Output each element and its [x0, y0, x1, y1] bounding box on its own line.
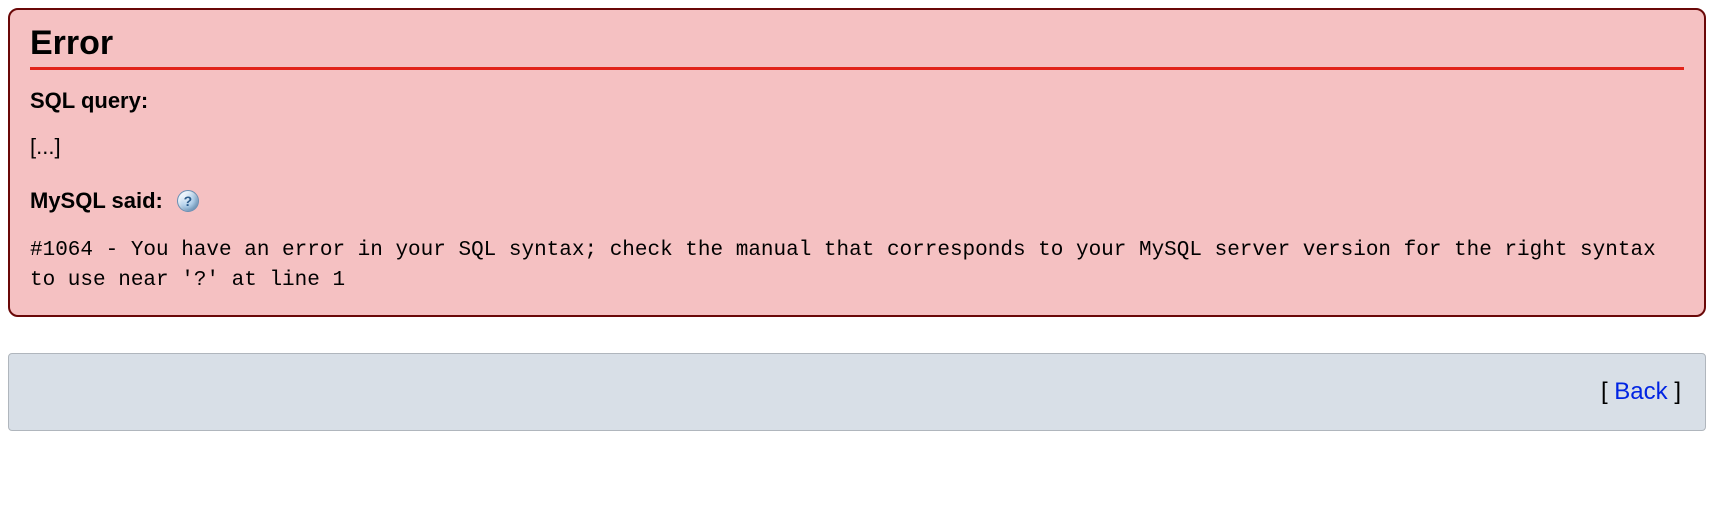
mysql-said-label: MySQL said:	[30, 188, 163, 214]
bracket-open: [	[1601, 378, 1614, 405]
mysql-said-row: MySQL said:	[30, 188, 1684, 214]
error-panel: Error SQL query: [...] MySQL said: #1064…	[8, 8, 1706, 317]
sql-query-label: SQL query:	[30, 88, 1684, 114]
help-icon[interactable]	[177, 190, 199, 212]
mysql-error-message: #1064 - You have an error in your SQL sy…	[30, 236, 1684, 297]
bracket-close: ]	[1668, 378, 1681, 405]
back-link[interactable]: Back	[1614, 378, 1667, 405]
sql-query-text: [...]	[30, 134, 1684, 160]
error-title: Error	[30, 24, 1684, 70]
footer-panel: [ Back ]	[8, 353, 1706, 431]
